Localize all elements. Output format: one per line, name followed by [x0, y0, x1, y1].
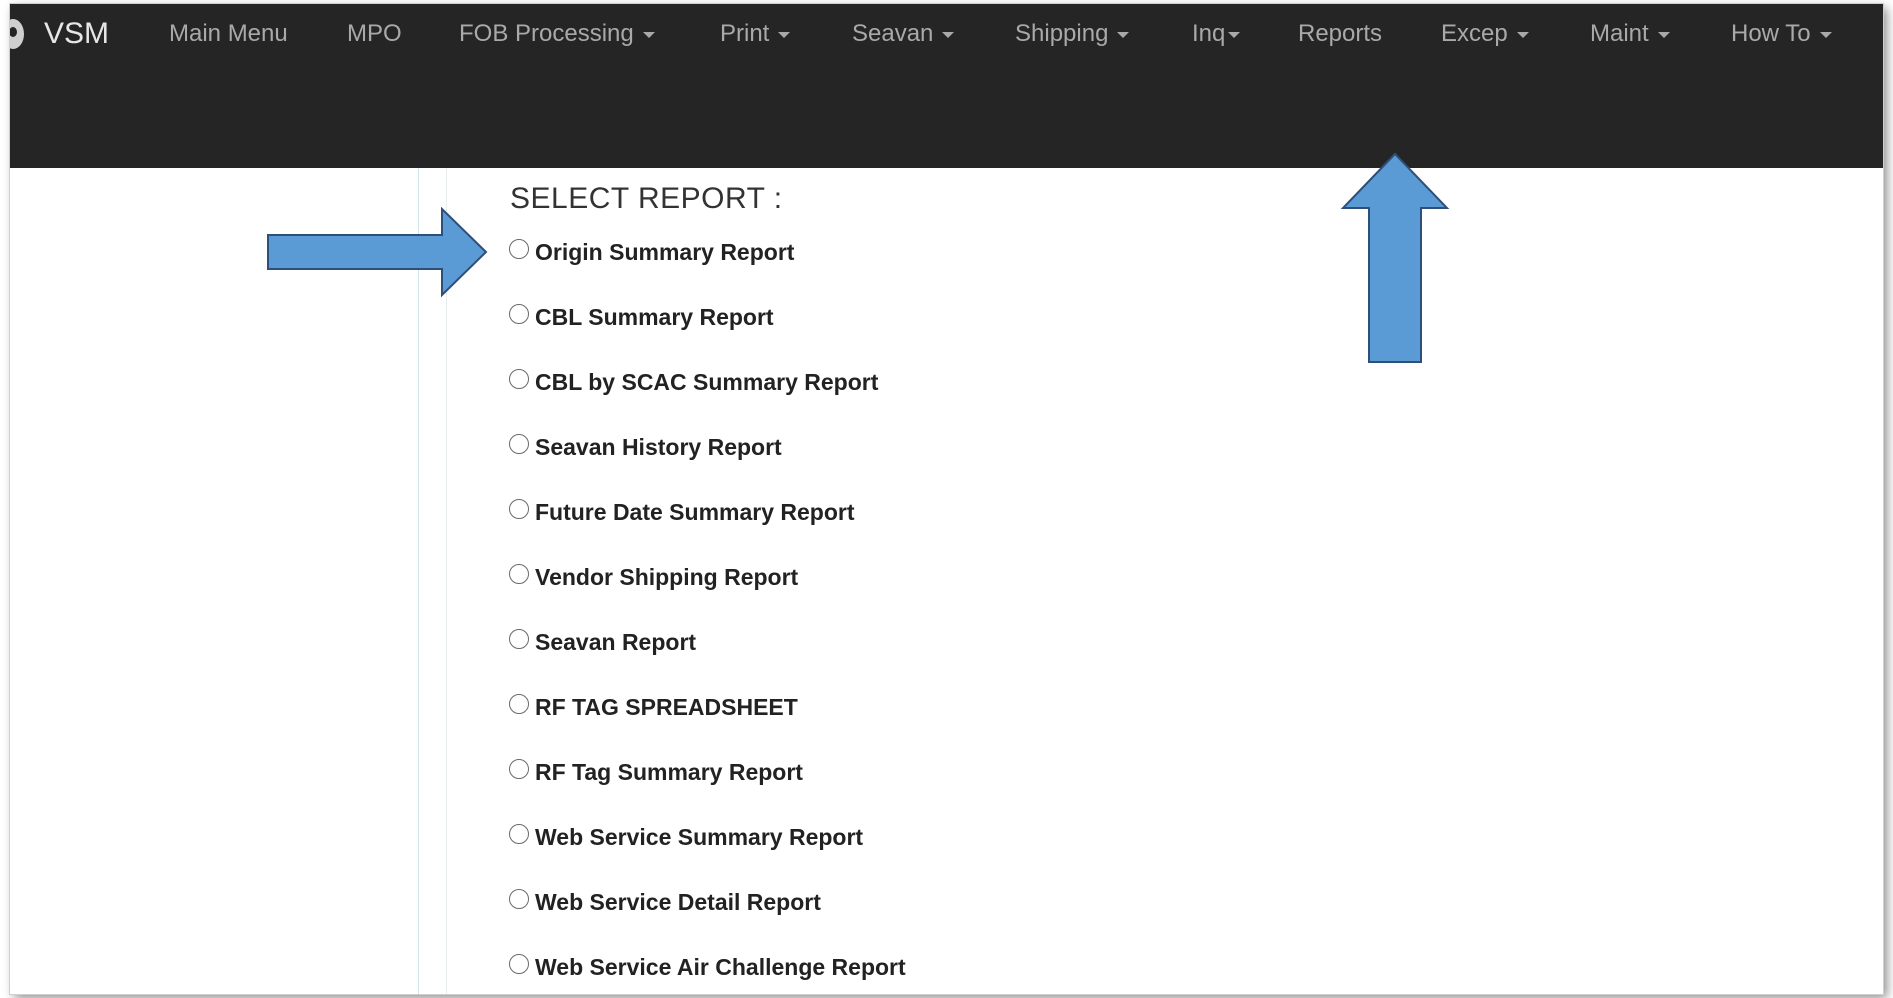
- report-option-label: Vendor Shipping Report: [535, 563, 799, 590]
- radio-button[interactable]: [509, 694, 529, 714]
- radio-button[interactable]: [509, 239, 529, 259]
- caret-down-icon: [1228, 31, 1241, 38]
- nav-print-label: Print: [720, 20, 770, 47]
- nav-how-to-label: How To: [1731, 20, 1811, 47]
- nav-inq-label: Inq: [1192, 20, 1226, 47]
- caret-down-icon: [942, 31, 955, 38]
- report-option-web-service-summary[interactable]: Web Service Summary Report: [509, 822, 863, 852]
- report-option-cbl-by-scac[interactable]: CBL by SCAC Summary Report: [509, 367, 878, 397]
- report-option-web-service-detail[interactable]: Web Service Detail Report: [509, 887, 821, 917]
- report-option-label: Web Service Detail Report: [535, 888, 821, 915]
- nav-reports[interactable]: Reports: [1298, 18, 1382, 50]
- report-option-rf-tag-summary[interactable]: RF Tag Summary Report: [509, 757, 803, 787]
- brand[interactable]: VSM: [10, 16, 109, 52]
- nav-mpo-label: MPO: [347, 20, 402, 47]
- report-option-seavan[interactable]: Seavan Report: [509, 627, 696, 657]
- nav-main-menu-label: Main Menu: [169, 20, 288, 47]
- radio-button[interactable]: [509, 369, 529, 389]
- nav-maint-label: Maint: [1590, 20, 1649, 47]
- report-option-origin-summary[interactable]: Origin Summary Report: [509, 237, 794, 267]
- report-option-vendor-shipping[interactable]: Vendor Shipping Report: [509, 562, 798, 592]
- report-option-label: CBL Summary Report: [535, 303, 774, 330]
- caret-down-icon: [642, 31, 655, 38]
- caret-down-icon: [1516, 31, 1529, 38]
- radio-button[interactable]: [509, 889, 529, 909]
- report-option-future-date[interactable]: Future Date Summary Report: [509, 497, 855, 527]
- report-option-rf-tag-spreadsheet[interactable]: RF TAG SPREADSHEET: [509, 692, 798, 722]
- caret-down-icon: [778, 31, 791, 38]
- radio-button[interactable]: [509, 759, 529, 779]
- nav-seavan-label: Seavan: [852, 20, 934, 47]
- radio-button[interactable]: [509, 629, 529, 649]
- top-navbar: VSM Main Menu MPO FOB Processing Print S…: [10, 4, 1883, 168]
- nav-reports-label: Reports: [1298, 20, 1383, 47]
- report-option-cbl-summary[interactable]: CBL Summary Report: [509, 302, 774, 332]
- nav-excep[interactable]: Excep: [1441, 18, 1529, 50]
- nav-mpo[interactable]: MPO: [347, 18, 402, 50]
- radio-button[interactable]: [509, 499, 529, 519]
- report-option-label: RF TAG SPREADSHEET: [535, 693, 798, 720]
- report-option-label: CBL by SCAC Summary Report: [535, 368, 879, 395]
- radio-button[interactable]: [509, 564, 529, 584]
- report-option-label: Web Service Summary Report: [535, 823, 864, 850]
- report-option-label: Seavan History Report: [535, 433, 782, 460]
- radio-button[interactable]: [509, 954, 529, 974]
- report-option-web-service-air-challenge[interactable]: Web Service Air Challenge Report: [509, 952, 906, 982]
- nav-shipping-label: Shipping: [1015, 20, 1109, 47]
- radio-button[interactable]: [509, 824, 529, 844]
- up-arrow-annotation: [1340, 152, 1450, 363]
- report-option-label: Seavan Report: [535, 628, 697, 655]
- radio-button[interactable]: [509, 434, 529, 454]
- nav-maint[interactable]: Maint: [1590, 18, 1670, 50]
- nav-how-to[interactable]: How To: [1731, 18, 1832, 50]
- app-window: VSM Main Menu MPO FOB Processing Print S…: [10, 4, 1883, 994]
- right-arrow-annotation: [267, 207, 488, 298]
- caret-down-icon: [1117, 31, 1130, 38]
- caret-down-icon: [1657, 31, 1670, 38]
- report-option-label: Future Date Summary Report: [535, 498, 855, 525]
- report-option-seavan-history[interactable]: Seavan History Report: [509, 432, 782, 462]
- nav-fob-processing[interactable]: FOB Processing: [459, 18, 655, 50]
- radio-button[interactable]: [509, 304, 529, 324]
- nav-shipping[interactable]: Shipping: [1015, 18, 1130, 50]
- nav-excep-label: Excep: [1441, 20, 1508, 47]
- caret-down-icon: [1819, 31, 1832, 38]
- report-option-label: Web Service Air Challenge Report: [535, 953, 906, 980]
- globe-icon: [10, 19, 24, 49]
- nav-print[interactable]: Print: [720, 18, 791, 50]
- nav-main-menu[interactable]: Main Menu: [169, 18, 288, 50]
- nav-inq[interactable]: Inq: [1192, 18, 1241, 50]
- report-option-label: Origin Summary Report: [535, 238, 795, 265]
- brand-label: VSM: [44, 17, 110, 50]
- report-option-label: RF Tag Summary Report: [535, 758, 803, 785]
- page-title: SELECT REPORT :: [510, 182, 783, 215]
- nav-seavan[interactable]: Seavan: [852, 18, 955, 50]
- nav-fob-processing-label: FOB Processing: [459, 20, 634, 47]
